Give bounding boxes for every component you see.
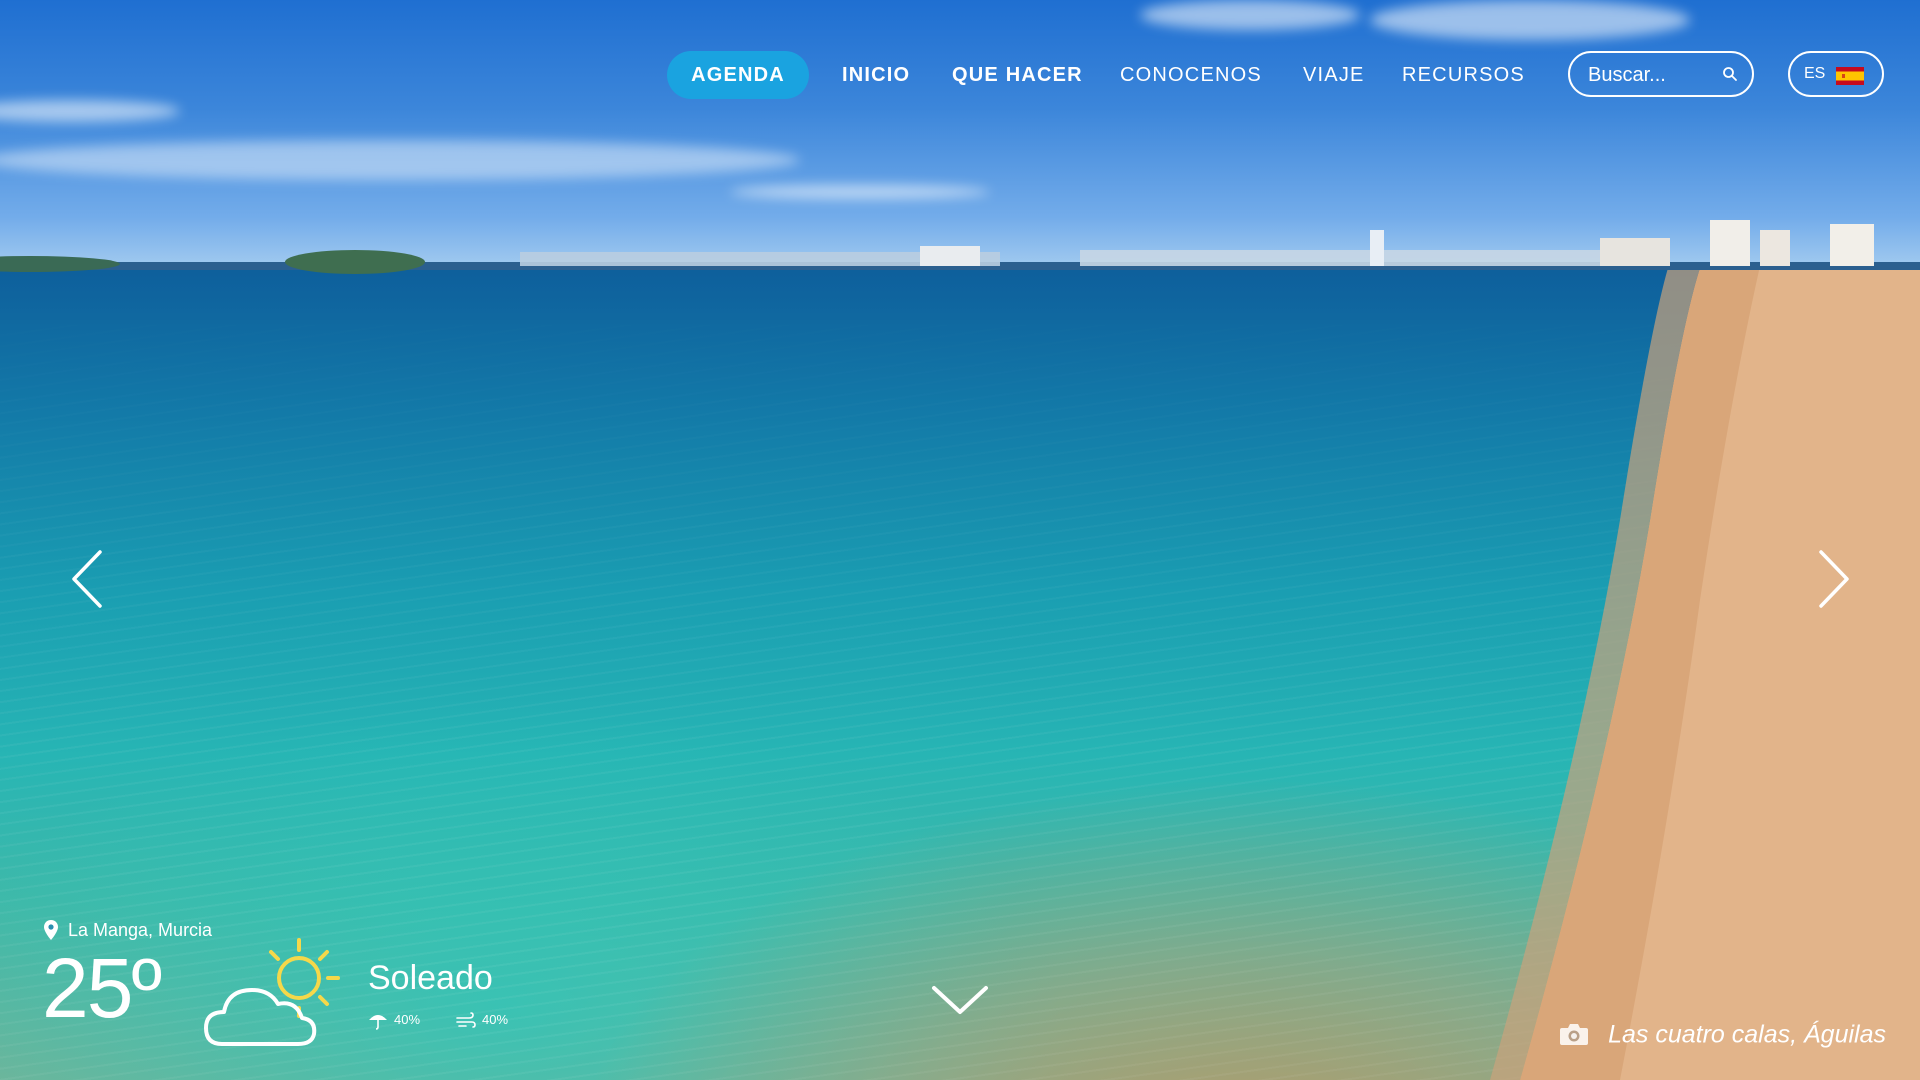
next-slide-arrow-icon[interactable] (1813, 548, 1853, 610)
photo-caption: Las cuatro calas, Águilas (1559, 1016, 1886, 1050)
location-label: La Manga, Murcia (68, 920, 213, 940)
nav-item-viaje[interactable]: VIAJE (1303, 51, 1365, 99)
search-input[interactable] (1586, 53, 1720, 97)
nav-agenda-button[interactable]: AGENDA (667, 51, 809, 99)
spain-flag-icon (1836, 67, 1864, 85)
partly-sunny-icon (204, 938, 340, 1046)
language-selector[interactable]: ES (1788, 51, 1884, 97)
wind-icon (456, 1012, 476, 1028)
nav-item-conocenos[interactable]: CONOCENOS (1120, 51, 1262, 99)
weather-widget: La Manga, Murcia 25º Soleado 40% 40% (42, 918, 542, 1058)
rain-chance-value: 40% (394, 1012, 421, 1027)
scroll-down-chevron-icon[interactable] (930, 982, 990, 1018)
weather-condition: Soleado (368, 959, 493, 997)
nav-item-inicio[interactable]: INICIO (842, 51, 910, 99)
wind: 40% (456, 1010, 526, 1030)
wind-value: 40% (482, 1012, 509, 1027)
location-pin-icon (44, 920, 58, 940)
search-box (1568, 51, 1754, 97)
camera-icon (1560, 1024, 1589, 1046)
previous-slide-arrow-icon[interactable] (68, 548, 108, 610)
language-code: ES (1804, 65, 1826, 82)
umbrella-icon (369, 1015, 387, 1030)
nav-item-que-hacer[interactable]: QUE HACER (952, 51, 1083, 99)
search-icon[interactable] (1722, 66, 1738, 82)
caption-text: Las cuatro calas, Águilas (1608, 1020, 1886, 1049)
nav-item-recursos[interactable]: RECURSOS (1402, 51, 1525, 99)
rain-chance: 40% (368, 1010, 438, 1030)
temperature: 25º (42, 941, 162, 1035)
